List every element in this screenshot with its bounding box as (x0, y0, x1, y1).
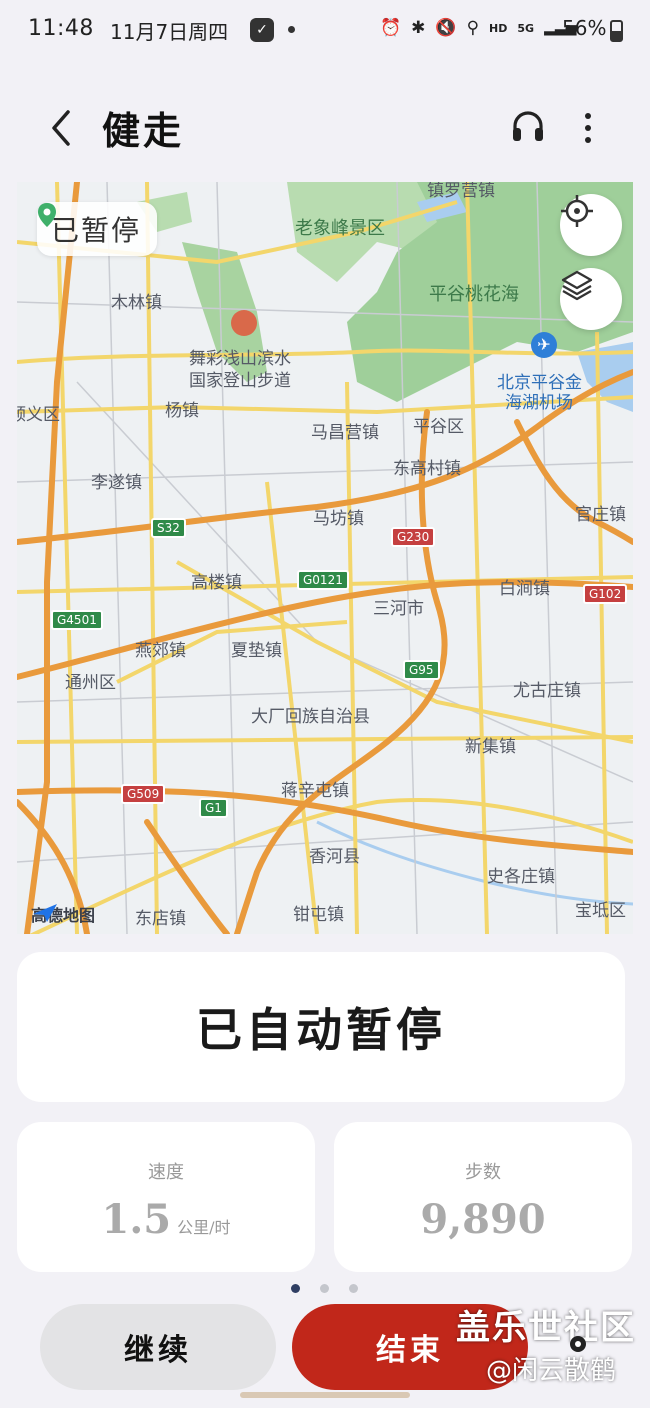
location-icon: ⚲ (466, 18, 480, 38)
headphones-icon (513, 111, 543, 141)
speed-value-row: 1.5 公里/时 (17, 1196, 315, 1243)
map-label: 海湖机场 (505, 393, 573, 413)
continue-button[interactable]: 继续 (40, 1304, 276, 1390)
layers-icon (561, 270, 593, 301)
map-label: 钳屯镇 (293, 905, 344, 925)
speed-unit: 公里/时 (177, 1218, 231, 1237)
road-shield: G509 (121, 784, 166, 804)
battery-percent: 56% (562, 16, 607, 40)
more-options-button[interactable] (578, 110, 598, 146)
map-label: 东店镇 (135, 909, 186, 929)
scenic-spot-marker-icon[interactable] (231, 310, 257, 336)
map-label: 史各庄镇 (487, 867, 555, 887)
mute-icon: 🔇 (435, 18, 457, 38)
crosshair-icon (561, 195, 593, 227)
bluetooth-icon: ✱ (411, 18, 426, 38)
page-title: 健走 (102, 108, 185, 153)
alarm-icon: ⏰ (380, 18, 402, 38)
map-label: 马昌营镇 (311, 423, 379, 443)
back-button[interactable] (44, 108, 78, 148)
map-layers-button[interactable] (560, 268, 622, 330)
status-bar: 11:48 11月7日周四 ✓ ⏰ ✱ 🔇 ⚲ HD 5G ▂▃▅ 56% (0, 0, 650, 60)
map-label: 老象峰景区 (295, 218, 385, 239)
map-label: 燕郊镇 (135, 641, 186, 661)
road-shield: G95 (403, 660, 440, 680)
map-label: 官庄镇 (575, 505, 626, 525)
status-date: 11月7日周四 (110, 20, 229, 44)
status-time: 11:48 (28, 16, 94, 41)
map-label: 马坊镇 (313, 509, 364, 529)
chevron-left-icon (52, 110, 70, 146)
speed-label: 速度 (148, 1162, 184, 1183)
road-shield: S32 (151, 518, 186, 538)
navigation-handle[interactable] (240, 1392, 410, 1398)
page-indicator-dot-active[interactable] (291, 1284, 300, 1293)
map-label: 宝坻区 (575, 901, 626, 921)
road-shield: G230 (391, 527, 436, 547)
app-notification-icon: ✓ (250, 18, 274, 42)
map-label: 镇罗营镇 (427, 182, 495, 201)
map-label: 李遂镇 (91, 473, 142, 493)
map-canvas (17, 182, 633, 934)
amap-logo-icon (33, 904, 57, 922)
paused-status-text: 已暂停 (51, 214, 142, 247)
auto-paused-card: 已自动暂停 (17, 952, 625, 1102)
map-label: 高楼镇 (191, 573, 242, 593)
page-indicator-dot[interactable] (349, 1284, 358, 1293)
steps-value: 9,890 (420, 1196, 546, 1243)
audio-guide-button[interactable] (510, 108, 546, 144)
map-label: 通州区 (65, 673, 116, 693)
map-label: 国家登山步道 (189, 371, 291, 391)
map-label: 蒋辛屯镇 (281, 781, 349, 801)
road-shield: G102 (583, 584, 628, 604)
map-label: 夏垫镇 (231, 641, 282, 661)
hd-icon: HD (489, 21, 508, 35)
road-shield: G4501 (51, 610, 103, 630)
locate-me-button[interactable] (560, 194, 622, 256)
auto-paused-text: 已自动暂停 (196, 1003, 446, 1057)
road-shield: G1 (199, 798, 228, 818)
map-label: 三河市 (373, 599, 424, 619)
map-label: 新集镇 (465, 737, 516, 757)
airport-marker-icon[interactable]: ✈ (531, 332, 557, 358)
status-icons: ⏰ ✱ 🔇 ⚲ HD 5G ▂▃▅ (380, 18, 576, 38)
map-label: 顺义区 (17, 405, 60, 425)
map-label: 木林镇 (111, 293, 162, 313)
map-attribution: 高德地图 (31, 902, 95, 926)
watermark-title: 盖乐世社区 (456, 1308, 636, 1348)
battery-fill (612, 31, 621, 40)
watermark-user: @闲云散鹤 (486, 1356, 617, 1386)
map-label: 白涧镇 (499, 579, 550, 599)
steps-card: 步数 9,890 (334, 1122, 632, 1272)
map-label: 大厂回族自治县 (251, 707, 370, 727)
map-label: 杨镇 (165, 401, 199, 421)
map-label: 尤古庄镇 (513, 681, 581, 701)
steps-label: 步数 (465, 1162, 501, 1183)
route-map[interactable]: 已暂停 ✈ 镇罗营镇 老象峰景区 平谷桃花海 木林镇 舞彩浅山滨水 国家登山步道… (17, 182, 633, 934)
map-label: 平谷区 (413, 417, 464, 437)
road-shield: G0121 (297, 570, 349, 590)
map-label: 平谷桃花海 (429, 284, 519, 305)
more-vertical-icon (585, 113, 591, 143)
speed-value: 1.5 (101, 1196, 172, 1243)
paused-status-chip: 已暂停 (37, 202, 158, 256)
page-indicator-dot[interactable] (320, 1284, 329, 1293)
map-label: 香河县 (309, 847, 360, 867)
5g-icon: 5G (517, 21, 535, 35)
map-label: 东高村镇 (393, 459, 461, 479)
speed-card: 速度 1.5 公里/时 (17, 1122, 315, 1272)
location-pin-icon (38, 203, 56, 227)
notification-dot-icon (288, 26, 295, 33)
